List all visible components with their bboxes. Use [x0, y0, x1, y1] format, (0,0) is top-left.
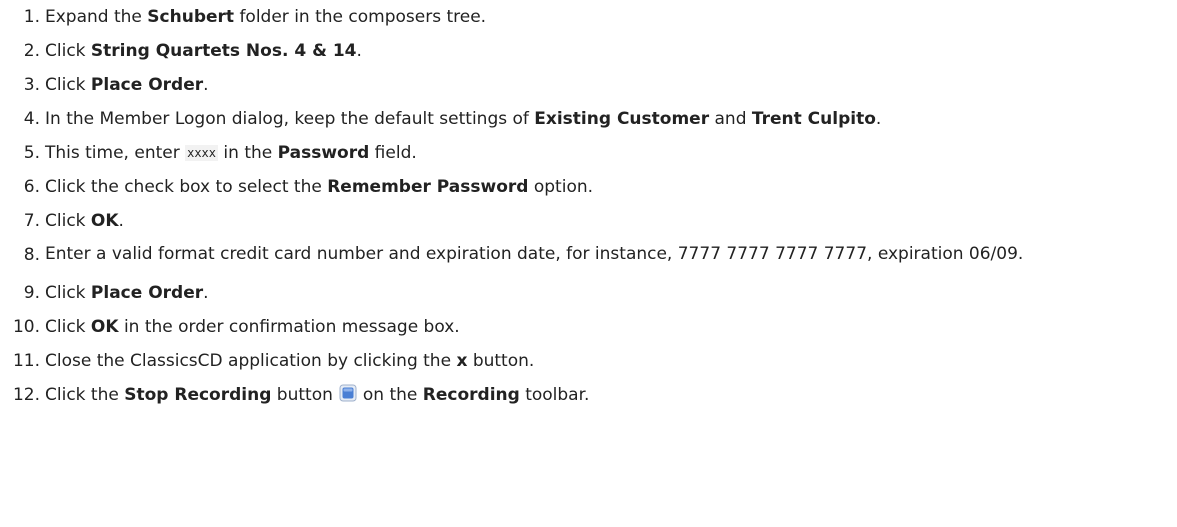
- text-run: field.: [369, 143, 417, 163]
- ui-term: Place Order: [90, 75, 204, 95]
- text-run: in the: [218, 143, 278, 163]
- step-item: 10. Click OK in the order confirmation me…: [0, 316, 1177, 338]
- step-number: 3.: [23, 75, 40, 95]
- text-run: Enter a valid format credit card number …: [45, 244, 1024, 264]
- ui-term: Place Order: [90, 283, 204, 303]
- text-run: Click the check box to select the: [45, 177, 328, 197]
- text-run: button.: [467, 351, 535, 371]
- step-number: 7.: [23, 211, 40, 231]
- step-number: 11.: [12, 351, 40, 371]
- step-number: 4.: [23, 109, 40, 129]
- text-run: .: [356, 41, 362, 61]
- text-run: in the order confirmation message box.: [118, 317, 460, 337]
- text-run: .: [875, 109, 882, 129]
- text-run: Click the: [45, 385, 125, 405]
- text-run: Expand the: [45, 7, 148, 27]
- ui-term: Stop Recording: [124, 385, 272, 405]
- text-run: toolbar.: [519, 385, 590, 405]
- step-number: 9.: [23, 283, 40, 303]
- text-run: option.: [528, 177, 594, 197]
- step-number: 2.: [23, 41, 40, 61]
- step-text: Click Place Order.: [45, 282, 1177, 304]
- text-run: folder in the composers tree.: [234, 7, 487, 27]
- step-text: Click the Stop Recording button on the Re…: [45, 384, 1177, 406]
- step-text: Enter a valid format credit card number …: [45, 239, 1177, 270]
- step-text: Close the ClassicsCD application by clic…: [45, 350, 1177, 372]
- text-run: .: [203, 283, 209, 303]
- text-run: and: [709, 109, 752, 129]
- step-text: Click OK.: [45, 210, 1177, 232]
- step-item: 1. Expand the Schubert folder in the comp…: [0, 6, 1177, 28]
- text-run: Close the ClassicsCD application by clic…: [45, 351, 457, 371]
- text-run: Click: [45, 41, 91, 61]
- ui-term: OK: [90, 211, 119, 231]
- step-text: Click Place Order.: [45, 74, 1177, 96]
- text-run: Click: [45, 75, 91, 95]
- step-item: 11. Close the ClassicsCD application by c…: [0, 350, 1177, 372]
- step-item: 4. In the Member Logon dialog, keep the d…: [0, 108, 1177, 130]
- step-text: Click OK in the order confirmation messa…: [45, 316, 1177, 338]
- step-item: 8. Enter a valid format credit card numbe…: [0, 244, 1177, 270]
- step-number: 1.: [23, 7, 40, 27]
- stop-recording-icon: [339, 384, 357, 402]
- ui-term: Existing Customer: [534, 109, 710, 129]
- text-run: In the Member Logon dialog, keep the def…: [45, 109, 535, 129]
- step-number: 12.: [12, 385, 40, 405]
- step-text: In the Member Logon dialog, keep the def…: [45, 108, 1177, 130]
- step-text: Click the check box to select the Rememb…: [45, 176, 1177, 198]
- step-number: 6.: [23, 177, 40, 197]
- text-run: .: [118, 211, 124, 231]
- step-item: 12. Click the Stop Recording button on the…: [0, 384, 1177, 406]
- step-item: 6. Click the check box to select the Reme…: [0, 176, 1177, 198]
- ui-term: x: [456, 351, 468, 371]
- step-text: Click String Quartets Nos. 4 & 14.: [45, 40, 1177, 62]
- ui-term: String Quartets Nos. 4 & 14: [90, 41, 357, 61]
- step-item: 3. Click Place Order.: [0, 74, 1177, 96]
- ui-term: Recording: [422, 385, 520, 405]
- step-item: 9. Click Place Order.: [0, 282, 1177, 304]
- text-run: Click: [45, 283, 91, 303]
- text-run: .: [203, 75, 209, 95]
- text-run: button: [271, 385, 333, 405]
- text-run: Click: [45, 317, 91, 337]
- step-item: 5. This time, enter xxxx in the Password …: [0, 142, 1177, 164]
- code-text: xxxx: [185, 145, 219, 161]
- step-number: 5.: [23, 143, 40, 163]
- step-text: This time, enter xxxx in the Password fi…: [45, 142, 1177, 164]
- step-number: 10.: [12, 317, 40, 337]
- ui-term: Remember Password: [327, 177, 529, 197]
- ui-term: OK: [90, 317, 119, 337]
- ui-term: Password: [277, 143, 370, 163]
- text-run: This time, enter: [45, 143, 186, 163]
- instruction-steps: 1. Expand the Schubert folder in the comp…: [0, 0, 1177, 406]
- step-item: 2. Click String Quartets Nos. 4 & 14.: [0, 40, 1177, 62]
- text-run: Click: [45, 211, 91, 231]
- ui-term: Trent Culpito: [751, 109, 876, 129]
- ui-term: Schubert: [147, 7, 235, 27]
- step-item: 7. Click OK.: [0, 210, 1177, 232]
- text-run: on the: [362, 385, 423, 405]
- step-text: Expand the Schubert folder in the compos…: [45, 6, 1177, 28]
- step-number: 8.: [23, 245, 40, 265]
